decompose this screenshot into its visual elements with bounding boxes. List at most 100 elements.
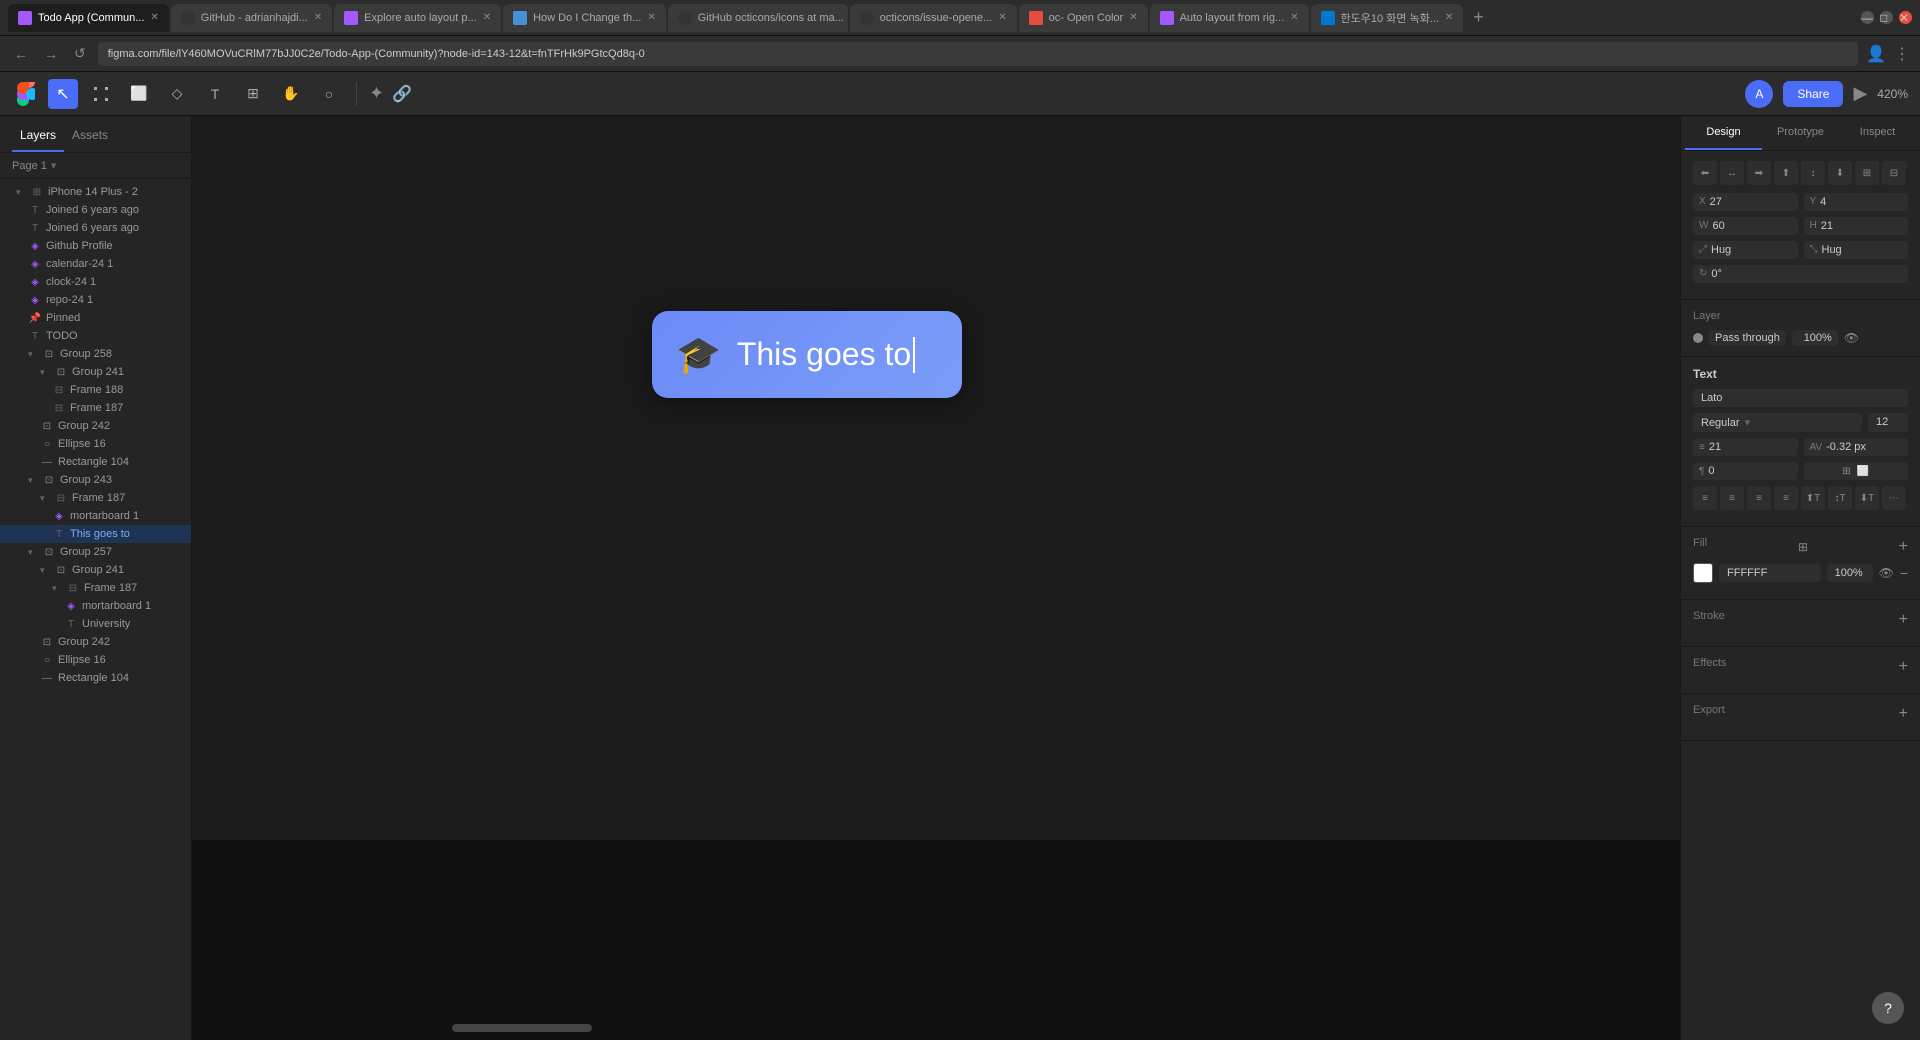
tool-frame[interactable] [86, 79, 116, 109]
align-left-btn[interactable]: ⬅ [1693, 161, 1717, 185]
layer-item-pinned[interactable]: 📌 Pinned [0, 309, 191, 327]
layer-blend-mode[interactable]: Pass through [1709, 330, 1786, 346]
layer-item-group242b[interactable]: ⊡ Group 242 [0, 633, 191, 651]
add-fill-btn[interactable]: + [1899, 538, 1908, 556]
fill-grid-icon[interactable]: ⊞ [1798, 540, 1808, 554]
tool-comment[interactable]: ○ [314, 79, 344, 109]
new-tab-button[interactable]: + [1465, 7, 1492, 28]
align-center-h-btn[interactable]: ↔ [1720, 161, 1744, 185]
tool-pen[interactable]: ◇ [162, 79, 192, 109]
hug-h[interactable]: ⤢ Hug [1693, 241, 1798, 259]
valign-top-btn[interactable]: ⬆T [1801, 486, 1825, 510]
tab-layers[interactable]: Layers [12, 124, 64, 152]
distribute-h-btn[interactable]: ⊞ [1855, 161, 1879, 185]
link-icon[interactable]: 🔗 [392, 84, 412, 104]
fill-visibility-icon[interactable]: 👁 [1879, 566, 1894, 580]
paragraph-spacing-field[interactable]: ¶ 0 [1693, 462, 1798, 480]
letter-spacing-field[interactable]: AV -0.32 px [1804, 438, 1909, 456]
layer-item-frame187c[interactable]: ▾ ⊟ Frame 187 [0, 579, 191, 597]
more-text-options-btn[interactable]: ⋯ [1882, 486, 1906, 510]
add-stroke-btn[interactable]: + [1899, 611, 1908, 629]
align-right-text-btn[interactable]: ≡ [1747, 486, 1771, 510]
x-position[interactable]: X 27 [1693, 193, 1798, 211]
add-effect-btn[interactable]: + [1899, 658, 1908, 676]
tab-figma-todo[interactable]: Todo App (Commun... ✕ [8, 4, 169, 32]
align-justify-text-btn[interactable]: ≡ [1774, 486, 1798, 510]
y-position[interactable]: Y 4 [1804, 193, 1909, 211]
tool-shape[interactable]: ⬜ [124, 79, 154, 109]
line-height-field[interactable]: ≡ 21 [1693, 438, 1798, 456]
tab-prototype[interactable]: Prototype [1762, 116, 1839, 150]
minimize-btn[interactable]: — [1861, 11, 1874, 24]
address-bar[interactable]: figma.com/file/lY460MOVuCRlM77bJJ0C2e/To… [98, 42, 1858, 66]
figma-logo[interactable] [12, 80, 40, 108]
layer-item-frame187a[interactable]: ⊟ Frame 187 [0, 399, 191, 417]
tool-component[interactable]: ⊞ [238, 79, 268, 109]
user-icon[interactable]: 👤 [1866, 44, 1886, 64]
hug-w[interactable]: ⤡ Hug [1804, 241, 1909, 259]
layer-item-todo[interactable]: T TODO [0, 327, 191, 345]
tab-github-2[interactable]: GitHub octicons/icons at ma... ✕ [668, 4, 848, 32]
layer-item-group257[interactable]: ▾ ⊡ Group 257 [0, 543, 191, 561]
valign-mid-btn[interactable]: ↕T [1828, 486, 1852, 510]
layer-item-joined2[interactable]: T Joined 6 years ago [0, 219, 191, 237]
horizontal-scrollbar[interactable] [452, 1024, 592, 1032]
tab-figma-3[interactable]: Auto layout from rig... ✕ [1150, 4, 1309, 32]
layer-item-repo[interactable]: ◈ repo-24 1 [0, 291, 191, 309]
layer-visibility-icon[interactable]: 👁 [1844, 331, 1859, 345]
fill-color-preview[interactable] [1693, 563, 1713, 583]
tool-select[interactable]: ↖ [48, 79, 78, 109]
layer-item-group258[interactable]: ▾ ⊡ Group 258 [0, 345, 191, 363]
remove-fill-btn[interactable]: − [1900, 565, 1908, 581]
layer-item-mortarboard1[interactable]: ◈ mortarboard 1 [0, 507, 191, 525]
menu-icon[interactable]: ⋮ [1894, 44, 1910, 64]
canvas-text-element[interactable]: This goes to [737, 336, 915, 373]
tab-assets[interactable]: Assets [64, 124, 116, 152]
tab-github-1[interactable]: GitHub - adrianhajdi... ✕ [171, 4, 332, 32]
tab-github-3[interactable]: octicons/issue-opene... ✕ [850, 4, 1017, 32]
font-name-field[interactable]: Lato [1693, 389, 1908, 407]
align-left-text-btn[interactable]: ≡ [1693, 486, 1717, 510]
fill-opacity-value[interactable]: 100% [1827, 564, 1873, 582]
tab-win[interactable]: 한도우10 화면 녹화... ✕ [1311, 4, 1464, 32]
layer-item-university[interactable]: T University [0, 615, 191, 633]
canvas-card[interactable]: 🎓 This goes to [652, 311, 962, 398]
layer-item-rect104b[interactable]: — Rectangle 104 [0, 669, 191, 687]
page-indicator[interactable]: Page 1 ▾ [0, 153, 191, 179]
tab-figma-2[interactable]: Explore auto layout p... ✕ [334, 4, 501, 32]
tab-design[interactable]: Design [1685, 116, 1762, 150]
align-right-btn[interactable]: ➡ [1747, 161, 1771, 185]
height-value[interactable]: H 21 [1804, 217, 1909, 235]
layer-item-group242a[interactable]: ⊡ Group 242 [0, 417, 191, 435]
layer-item-frame188[interactable]: ⊟ Frame 188 [0, 381, 191, 399]
layer-item-ellipse16a[interactable]: ○ Ellipse 16 [0, 435, 191, 453]
share-button[interactable]: Share [1783, 81, 1843, 107]
back-btn[interactable]: ← [10, 44, 32, 64]
tab-opencolor[interactable]: oc- Open Color ✕ [1019, 4, 1148, 32]
layer-item-iphone14[interactable]: ▾ ⊞ iPhone 14 Plus - 2 [0, 183, 191, 201]
layer-item-mortarboard1b[interactable]: ◈ mortarboard 1 [0, 597, 191, 615]
help-button[interactable]: ? [1872, 992, 1904, 1024]
layer-item-group243[interactable]: ▾ ⊡ Group 243 [0, 471, 191, 489]
layer-item-group241b[interactable]: ▾ ⊡ Group 241 [0, 561, 191, 579]
forward-btn[interactable]: → [40, 44, 62, 64]
layer-item-rect104a[interactable]: — Rectangle 104 [0, 453, 191, 471]
width-value[interactable]: W 60 [1693, 217, 1798, 235]
layer-item-github[interactable]: ◈ Github Profile [0, 237, 191, 255]
distribute-v-btn[interactable]: ⊟ [1882, 161, 1906, 185]
tool-text[interactable]: T [200, 79, 230, 109]
rotation-value[interactable]: ↻ 0° [1693, 265, 1908, 283]
layer-opacity-value[interactable]: 100% [1792, 330, 1838, 346]
fill-hex-value[interactable]: FFFFFF [1719, 564, 1821, 582]
zoom-level[interactable]: 420% [1877, 87, 1908, 101]
add-export-btn[interactable]: + [1899, 705, 1908, 723]
layer-item-clock[interactable]: ◈ clock-24 1 [0, 273, 191, 291]
text-box-toggle[interactable]: ⊞ ⬜ [1804, 462, 1909, 480]
layer-item-ellipse16b[interactable]: ○ Ellipse 16 [0, 651, 191, 669]
layer-item-joined1[interactable]: T Joined 6 years ago [0, 201, 191, 219]
layer-item-calendar[interactable]: ◈ calendar-24 1 [0, 255, 191, 273]
font-style-field[interactable]: Regular ▾ [1693, 413, 1862, 432]
layer-item-frame187b[interactable]: ▾ ⊟ Frame 187 [0, 489, 191, 507]
tool-hand[interactable]: ✋ [276, 79, 306, 109]
align-bottom-btn[interactable]: ⬇ [1828, 161, 1852, 185]
